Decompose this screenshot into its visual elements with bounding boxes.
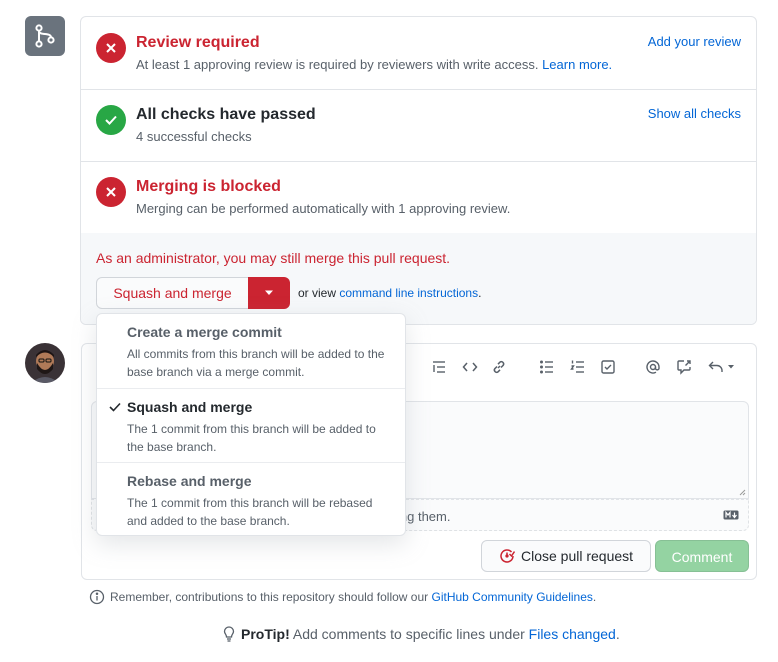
merging-blocked-row: Merging is blocked Merging can be perfor… xyxy=(81,161,756,234)
avatar xyxy=(25,343,65,383)
squash-and-merge-button[interactable]: Squash and merge xyxy=(96,277,249,309)
list-ordered-icon[interactable] xyxy=(429,357,449,377)
git-merge-icon xyxy=(25,16,65,56)
learn-more-link[interactable]: Learn more. xyxy=(542,57,612,72)
x-icon xyxy=(96,177,126,207)
list-numbered-icon[interactable] xyxy=(568,357,588,377)
menu-item-rebase-and-merge[interactable]: Rebase and merge The 1 commit from this … xyxy=(97,462,405,536)
admin-message: As an administrator, you may still merge… xyxy=(96,250,451,266)
close-pull-request-label: Close pull request xyxy=(520,548,634,564)
protip-label: ProTip! xyxy=(241,626,290,642)
protip: ProTip! Add comments to specific lines u… xyxy=(221,626,620,642)
light-bulb-icon xyxy=(223,626,235,642)
cross-reference-icon[interactable] xyxy=(674,357,694,377)
link-icon[interactable] xyxy=(489,357,509,377)
review-required-desc: At least 1 approving review is required … xyxy=(136,57,613,72)
checks-title: All checks have passed xyxy=(136,106,316,123)
mention-icon[interactable] xyxy=(643,357,663,377)
files-changed-link[interactable]: Files changed xyxy=(529,626,616,642)
menu-item-squash-and-merge[interactable]: Squash and merge The 1 commit from this … xyxy=(97,388,405,462)
merge-method-menu: Create a merge commit All commits from t… xyxy=(96,313,406,536)
review-required-title: Review required xyxy=(136,34,260,51)
add-your-review-link[interactable]: Add your review xyxy=(648,34,741,49)
admin-merge-area: As an administrator, you may still merge… xyxy=(81,233,756,324)
merge-status-box: Review required At least 1 approving rev… xyxy=(80,16,757,325)
issue-closed-icon xyxy=(500,549,515,563)
checks-row: All checks have passed 4 successful chec… xyxy=(81,89,756,162)
info-icon xyxy=(89,589,105,605)
merge-method-dropdown-button[interactable] xyxy=(248,277,290,309)
markdown-icon xyxy=(723,510,739,520)
comment-button[interactable]: Comment xyxy=(655,540,749,572)
menu-item-create-merge-commit[interactable]: Create a merge commit All commits from t… xyxy=(97,314,405,388)
triangle-down-icon xyxy=(265,290,273,295)
checks-desc: 4 successful checks xyxy=(136,129,252,144)
command-line-link[interactable]: command line instructions xyxy=(339,286,478,300)
merging-blocked-desc: Merging can be performed automatically w… xyxy=(136,201,511,216)
contribution-reminder: Remember, contributions to this reposito… xyxy=(89,589,596,605)
code-icon[interactable] xyxy=(460,357,480,377)
x-icon xyxy=(96,33,126,63)
list-unordered-icon[interactable] xyxy=(537,357,557,377)
or-view-text: or view command line instructions. xyxy=(298,286,482,300)
close-pull-request-button[interactable]: Close pull request xyxy=(481,540,651,572)
merging-blocked-title: Merging is blocked xyxy=(136,178,281,195)
review-required-row: Review required At least 1 approving rev… xyxy=(81,17,756,90)
check-icon xyxy=(109,402,121,412)
check-icon xyxy=(96,105,126,135)
tasklist-icon[interactable] xyxy=(598,357,618,377)
show-all-checks-link[interactable]: Show all checks xyxy=(648,106,741,121)
reply-icon[interactable] xyxy=(706,357,740,377)
resize-handle-icon[interactable] xyxy=(739,489,746,496)
community-guidelines-link[interactable]: GitHub Community Guidelines xyxy=(432,590,593,604)
